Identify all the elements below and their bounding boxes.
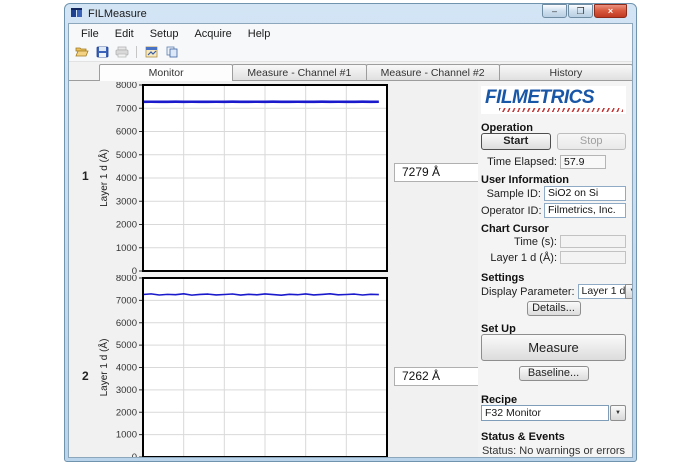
operator-id-label: Operator ID: <box>481 205 541 217</box>
tab-history[interactable]: History <box>499 64 633 80</box>
window-body: File Edit Setup Acquire Help <box>68 23 633 458</box>
time-elapsed-row: Time Elapsed: 57.9 <box>481 155 626 169</box>
status-text: Status: No warnings or errors <box>481 445 626 457</box>
tab-measure-channel-1[interactable]: Measure - Channel #1 <box>232 64 366 80</box>
copy-icon[interactable] <box>163 45 179 60</box>
monitor-page: 1 2 0 1000 2000 3000 4000 5000 6000 7000 8000 Lay… <box>69 81 632 457</box>
time-elapsed-field: 57.9 <box>560 155 606 169</box>
toolbar <box>69 43 632 62</box>
control-panel: FILMETRICS Operation Start Stop Time Ela… <box>478 81 631 457</box>
sample-id-row: Sample ID: SiO2 on Si <box>481 186 626 201</box>
channel-1-thickness-readout: 7279 Å <box>394 163 480 182</box>
status-events-header: Status & Events <box>481 431 626 443</box>
titlebar[interactable]: FILMeasure – ❐ × <box>68 4 633 23</box>
app-icon <box>71 8 84 19</box>
svg-text:7000: 7000 <box>116 295 137 306</box>
operation-buttons: Start Stop <box>481 133 626 150</box>
display-parameter-combobox[interactable]: Layer 1 d ▼ <box>578 284 632 299</box>
svg-text:6000: 6000 <box>116 127 137 138</box>
sample-id-input[interactable]: SiO2 on Si <box>544 186 626 201</box>
svg-text:7000: 7000 <box>116 103 137 114</box>
cursor-layer-label: Layer 1 d (Å): <box>490 252 557 264</box>
cursor-layer-field <box>560 251 626 264</box>
channel-2-thickness-readout: 7262 Å <box>394 367 480 386</box>
recipe-value: F32 Monitor <box>481 405 609 421</box>
svg-text:0: 0 <box>132 266 137 275</box>
svg-text:1000: 1000 <box>116 243 137 254</box>
svg-text:Layer 1 d (Å): Layer 1 d (Å) <box>97 149 110 207</box>
cursor-time-label: Time (s): <box>514 236 557 248</box>
svg-text:5000: 5000 <box>116 150 137 161</box>
menu-edit[interactable]: Edit <box>107 27 142 41</box>
maximize-button[interactable]: ❐ <box>568 4 593 18</box>
cursor-time-field <box>560 235 626 248</box>
cursor-time-row: Time (s): <box>481 235 626 248</box>
channel-1-row-label: 1 <box>82 169 89 183</box>
operator-id-row: Operator ID: Filmetrics, Inc. <box>481 203 626 218</box>
user-information-header: User Information <box>481 174 626 186</box>
details-row: Details... <box>481 301 626 316</box>
chart-cursor-header: Chart Cursor <box>481 223 626 235</box>
svg-text:3000: 3000 <box>116 385 137 396</box>
open-icon[interactable] <box>74 45 90 60</box>
app-window: FILMeasure – ❐ × File Edit Setup Acquire… <box>64 3 637 462</box>
channel-1-chart[interactable]: 0 1000 2000 3000 4000 5000 6000 7000 8000 Layer 1… <box>96 82 400 275</box>
channel-2-chart[interactable]: 0 1000 2000 3000 4000 5000 6000 7000 8000 Layer 1… <box>96 275 400 457</box>
minimize-button[interactable]: – <box>542 4 567 18</box>
svg-text:6000: 6000 <box>116 318 137 329</box>
svg-text:3000: 3000 <box>116 196 137 207</box>
filmetrics-logo: FILMETRICS <box>481 86 626 114</box>
print-icon[interactable] <box>114 45 130 60</box>
baseline-row: Baseline... <box>481 366 626 381</box>
tab-monitor[interactable]: Monitor <box>99 64 233 81</box>
cursor-layer-row: Layer 1 d (Å): <box>481 251 626 264</box>
svg-text:4000: 4000 <box>116 363 137 374</box>
toolbar-separator <box>136 46 137 58</box>
svg-text:0: 0 <box>132 452 137 457</box>
close-button[interactable]: × <box>594 4 627 18</box>
svg-text:Layer 1 d (Å): Layer 1 d (Å) <box>97 339 110 397</box>
svg-text:2000: 2000 <box>116 220 137 231</box>
stop-button[interactable]: Stop <box>557 133 627 150</box>
desktop: { "window": { "title": "FILMeasure", "co… <box>0 0 700 466</box>
export-icon[interactable] <box>143 45 159 60</box>
recipe-combobox[interactable]: F32 Monitor ▼ <box>481 405 626 421</box>
display-parameter-row: Display Parameter: Layer 1 d ▼ <box>481 284 626 299</box>
menubar: File Edit Setup Acquire Help <box>69 24 632 43</box>
start-button[interactable]: Start <box>481 133 551 150</box>
chevron-down-icon[interactable]: ▼ <box>610 405 626 421</box>
svg-text:5000: 5000 <box>116 340 137 351</box>
channel-2-row-label: 2 <box>82 369 89 383</box>
filmetrics-logo-hatch <box>499 108 623 112</box>
svg-text:1000: 1000 <box>116 430 137 441</box>
svg-text:4000: 4000 <box>116 173 137 184</box>
display-parameter-value: Layer 1 d <box>578 284 626 299</box>
tab-measure-channel-2[interactable]: Measure - Channel #2 <box>366 64 500 80</box>
menu-file[interactable]: File <box>73 27 107 41</box>
svg-text:8000: 8000 <box>116 82 137 91</box>
measure-button[interactable]: Measure <box>481 334 626 361</box>
baseline-button[interactable]: Baseline... <box>519 366 589 381</box>
operator-id-input[interactable]: Filmetrics, Inc. <box>544 203 626 218</box>
menu-acquire[interactable]: Acquire <box>186 27 239 41</box>
svg-text:8000: 8000 <box>116 275 137 284</box>
save-icon[interactable] <box>94 45 110 60</box>
menu-help[interactable]: Help <box>240 27 279 41</box>
time-elapsed-label: Time Elapsed: <box>487 156 557 168</box>
tabstrip: Monitor Measure - Channel #1 Measure - C… <box>69 62 632 81</box>
window-title: FILMeasure <box>88 8 147 20</box>
chevron-down-icon[interactable]: ▼ <box>625 284 632 299</box>
sample-id-label: Sample ID: <box>481 188 541 200</box>
display-parameter-label: Display Parameter: <box>481 286 575 298</box>
details-button[interactable]: Details... <box>527 301 581 316</box>
menu-setup[interactable]: Setup <box>142 27 187 41</box>
filmetrics-logo-text: FILMETRICS <box>485 88 623 107</box>
settings-header: Settings <box>481 272 626 284</box>
svg-text:2000: 2000 <box>116 407 137 418</box>
